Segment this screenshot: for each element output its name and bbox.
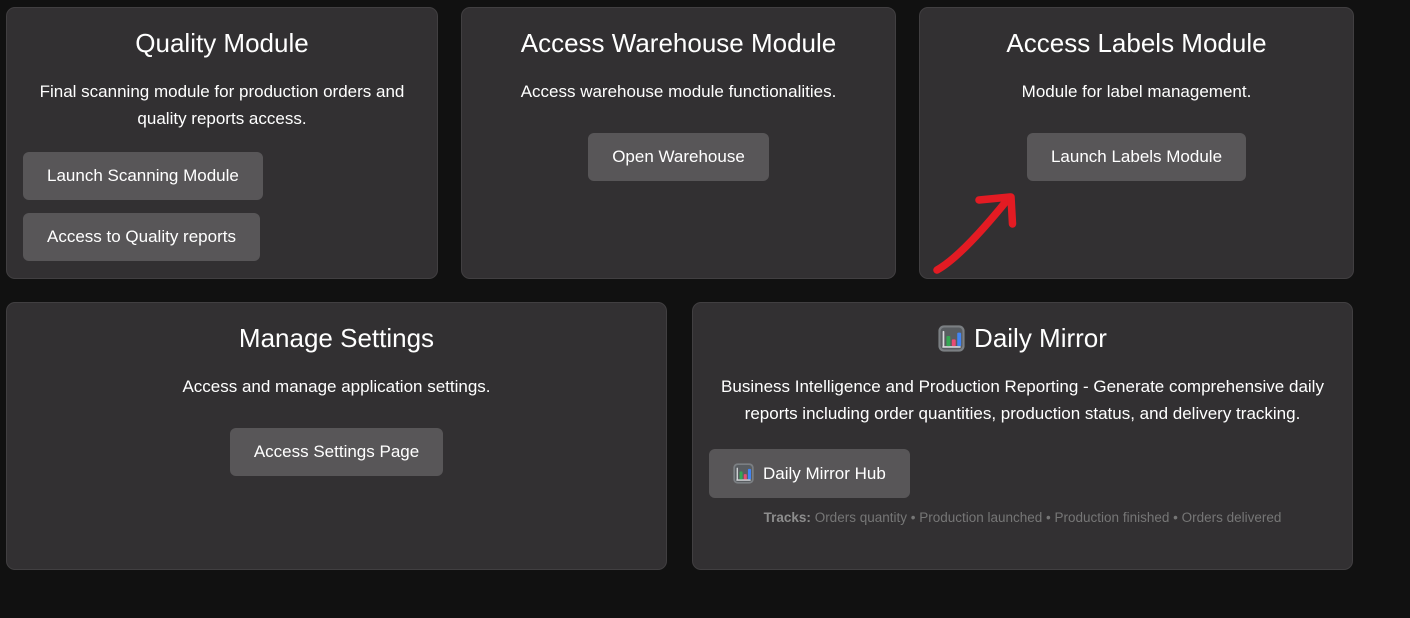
tracks-label: Tracks:	[764, 510, 811, 525]
module-dashboard: Quality Module Final scanning module for…	[6, 7, 1354, 570]
module-row-bottom: Manage Settings Access and manage applic…	[6, 302, 1354, 570]
daily-mirror-hub-button[interactable]: Daily Mirror Hub	[709, 449, 910, 498]
access-settings-page-label: Access Settings Page	[254, 442, 419, 462]
card-manage-settings: Manage Settings Access and manage applic…	[6, 302, 667, 570]
bar-chart-icon	[938, 325, 965, 352]
quality-module-description: Final scanning module for production ord…	[23, 78, 421, 132]
card-labels-module: Access Labels Module Module for label ma…	[919, 7, 1354, 279]
labels-module-description: Module for label management.	[936, 78, 1337, 105]
tracks-text: Orders quantity • Production launched • …	[815, 510, 1282, 525]
labels-module-title: Access Labels Module	[936, 28, 1337, 59]
open-warehouse-label: Open Warehouse	[612, 147, 745, 167]
open-warehouse-button[interactable]: Open Warehouse	[588, 133, 769, 181]
daily-mirror-description: Business Intelligence and Production Rep…	[709, 373, 1336, 427]
access-quality-reports-button[interactable]: Access to Quality reports	[23, 213, 260, 261]
manage-settings-title: Manage Settings	[23, 323, 650, 354]
card-warehouse-module: Access Warehouse Module Access warehouse…	[461, 7, 896, 279]
launch-scanning-module-button[interactable]: Launch Scanning Module	[23, 152, 263, 200]
daily-mirror-hub-label: Daily Mirror Hub	[763, 464, 886, 484]
bar-chart-icon	[733, 463, 754, 484]
card-daily-mirror: Daily Mirror Business Intelligence and P…	[692, 302, 1353, 570]
launch-labels-module-button[interactable]: Launch Labels Module	[1027, 133, 1246, 181]
launch-scanning-module-label: Launch Scanning Module	[47, 166, 239, 186]
access-quality-reports-label: Access to Quality reports	[47, 227, 236, 247]
warehouse-module-description: Access warehouse module functionalities.	[478, 78, 879, 105]
access-settings-page-button[interactable]: Access Settings Page	[230, 428, 443, 476]
launch-labels-module-label: Launch Labels Module	[1051, 147, 1222, 167]
daily-mirror-tracks: Tracks: Orders quantity • Production lau…	[709, 510, 1336, 525]
manage-settings-description: Access and manage application settings.	[23, 373, 650, 400]
module-row-top: Quality Module Final scanning module for…	[6, 7, 1354, 279]
card-quality-module: Quality Module Final scanning module for…	[6, 7, 438, 279]
quality-module-title: Quality Module	[23, 28, 421, 59]
daily-mirror-title: Daily Mirror	[709, 323, 1336, 354]
warehouse-module-title: Access Warehouse Module	[478, 28, 879, 59]
quality-module-buttons: Launch Scanning Module Access to Quality…	[23, 152, 421, 261]
daily-mirror-title-text: Daily Mirror	[974, 323, 1107, 354]
